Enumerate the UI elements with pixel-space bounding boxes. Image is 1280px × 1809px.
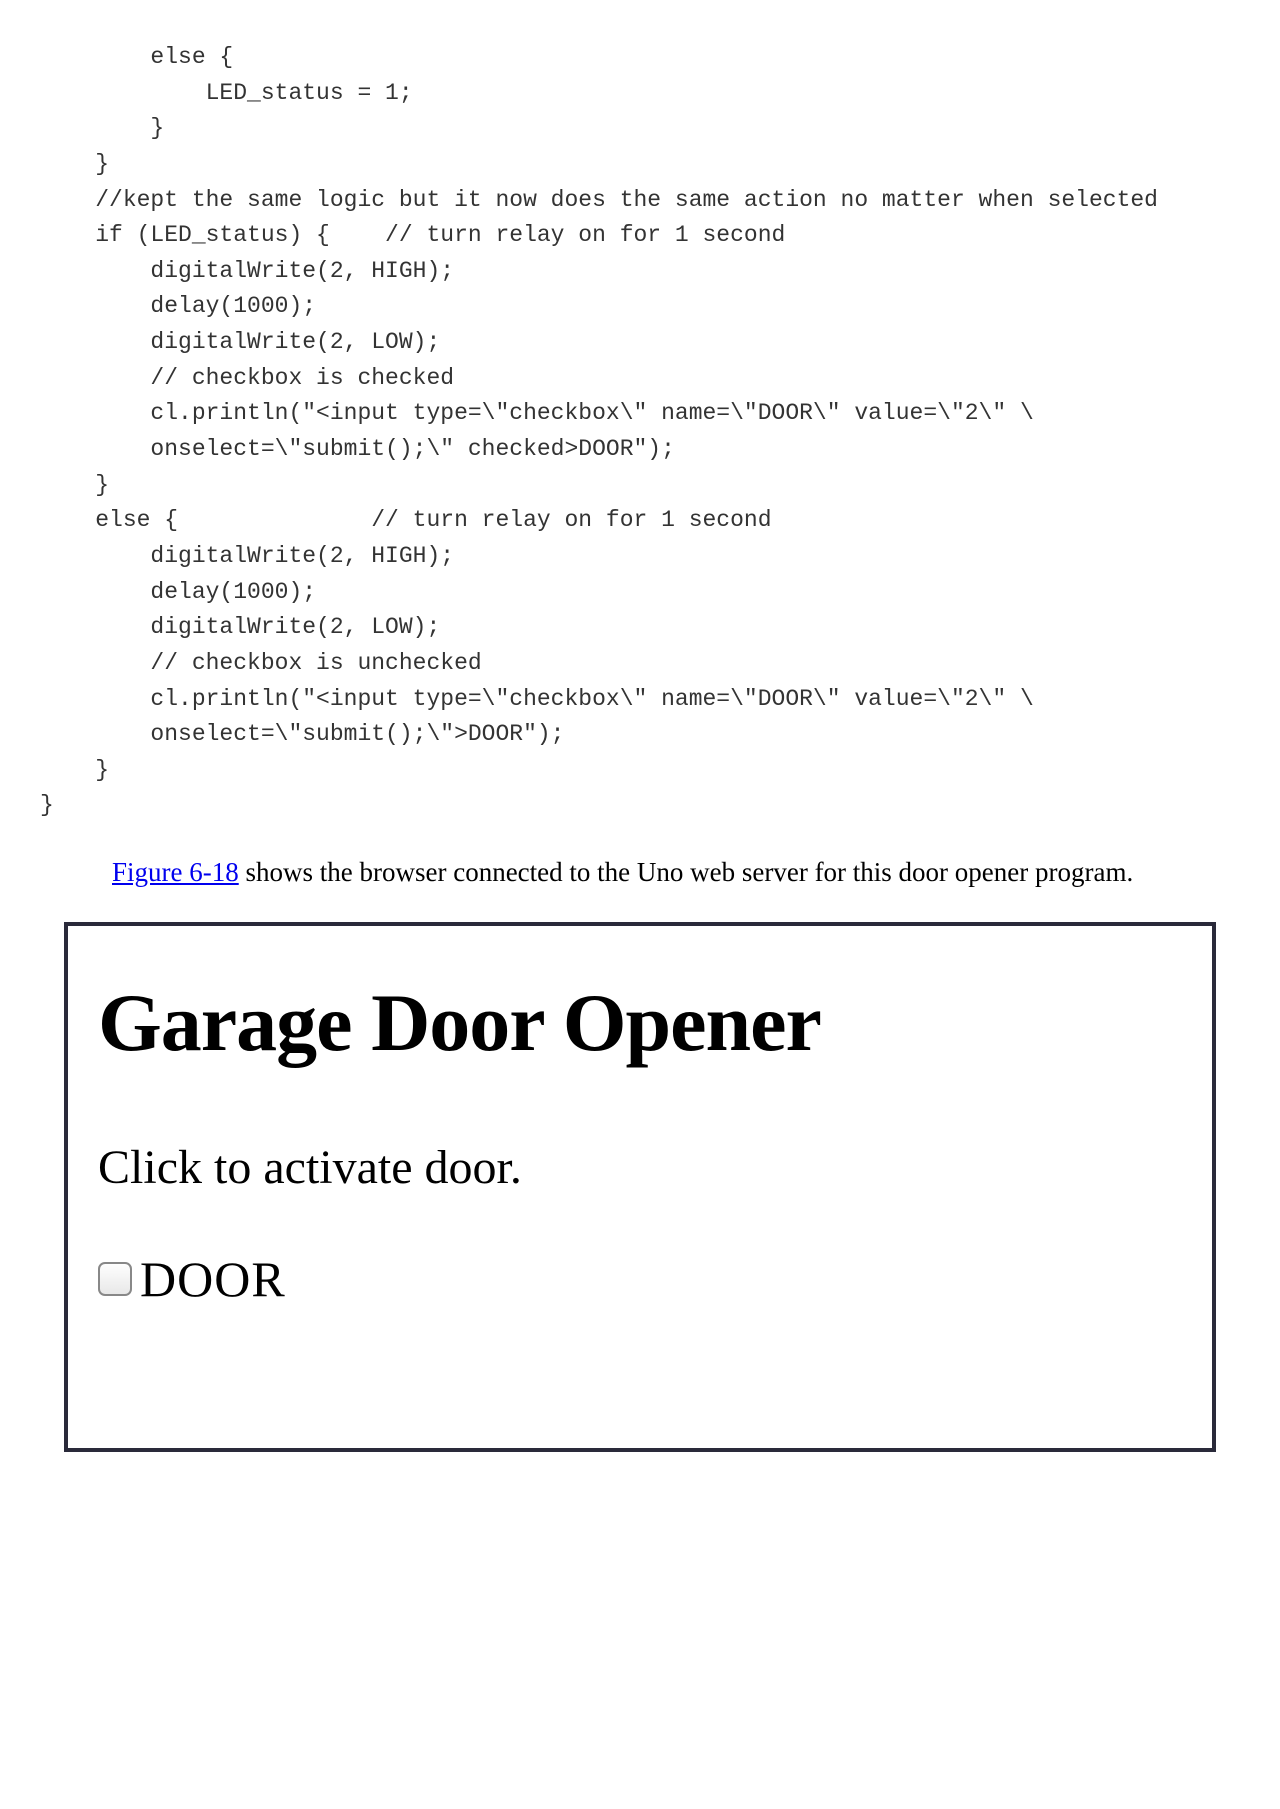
code-listing: else { LED_status = 1; } } //kept the sa… bbox=[40, 40, 1220, 824]
door-control-row: DOOR bbox=[98, 1250, 1182, 1308]
figure-browser-screenshot: Garage Door Opener Click to activate doo… bbox=[64, 922, 1216, 1452]
door-checkbox-label: DOOR bbox=[140, 1250, 286, 1308]
caption-text: shows the browser connected to the Uno w… bbox=[239, 857, 1134, 887]
page-instruction: Click to activate door. bbox=[98, 1140, 1182, 1195]
page-title: Garage Door Opener bbox=[98, 976, 1182, 1070]
figure-reference-link[interactable]: Figure 6-18 bbox=[112, 857, 239, 887]
door-checkbox[interactable] bbox=[98, 1262, 132, 1296]
figure-caption-paragraph: Figure 6-18 shows the browser connected … bbox=[60, 854, 1220, 892]
